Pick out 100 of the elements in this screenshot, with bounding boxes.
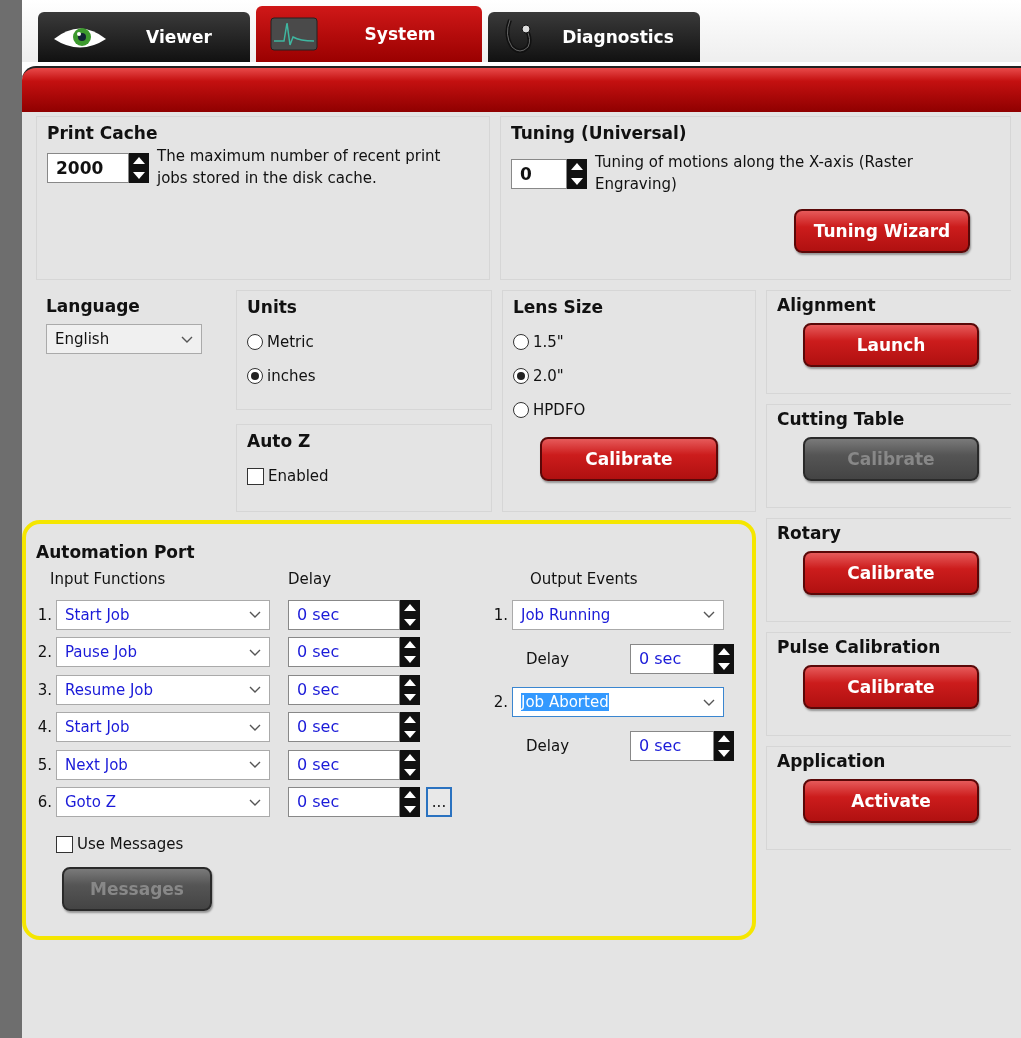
tab[interactable]: Viewer [38, 12, 250, 62]
up-arrow-icon [404, 641, 416, 649]
section-title: Cutting Table [777, 409, 906, 429]
button[interactable]: Tuning Wizard [794, 209, 970, 253]
down-arrow-icon [718, 750, 730, 757]
number-field[interactable]: 0 sec [288, 599, 400, 630]
section-title: Print Cache [47, 123, 159, 143]
radio-label: inches [267, 367, 316, 385]
radio-button[interactable] [247, 368, 263, 384]
dropdown[interactable]: Start Job [56, 599, 270, 630]
row-number: 5. [36, 755, 52, 774]
section-title: Alignment [777, 295, 877, 315]
radio-label: HPDFO [533, 401, 586, 419]
number-field[interactable]: 0 sec [288, 674, 400, 705]
tab[interactable]: System [256, 6, 482, 62]
button[interactable]: Launch [803, 323, 979, 367]
number-field[interactable]: 2000 [47, 153, 129, 183]
up-arrow-icon [404, 716, 416, 724]
up-arrow-icon [571, 163, 583, 170]
section-title: Auto Z [247, 431, 312, 451]
up-arrow-icon [133, 157, 145, 164]
field-label: Delay [526, 737, 570, 755]
down-arrow-icon [404, 768, 416, 776]
number-field[interactable]: 0 sec [288, 749, 400, 780]
more-button[interactable]: ... [426, 787, 452, 818]
down-arrow-icon [133, 172, 145, 179]
button[interactable]: Calibrate [803, 665, 979, 709]
column-header: Input Functions [50, 570, 167, 590]
radio-label: 2.0" [533, 367, 564, 385]
radio-button[interactable] [247, 334, 263, 350]
row-number: 2. [36, 643, 52, 662]
section-title: Automation Port [36, 542, 196, 562]
dropdown[interactable]: English [46, 324, 202, 354]
section-title: Lens Size [513, 297, 604, 317]
number-field[interactable]: 0 sec [630, 731, 714, 761]
button: Messages [62, 867, 212, 911]
chevron-icon [249, 686, 261, 694]
chevron-icon [249, 761, 261, 769]
down-arrow-icon [404, 693, 416, 701]
chevron-icon [249, 798, 261, 806]
tab[interactable]: Diagnostics [488, 12, 700, 62]
chevron-icon [703, 698, 715, 706]
dropdown[interactable]: Resume Job [56, 674, 270, 705]
button: Calibrate [803, 437, 979, 481]
up-arrow-icon [404, 678, 416, 686]
radio-button[interactable] [513, 368, 529, 384]
field-label: Delay [526, 649, 570, 668]
radio-button[interactable] [513, 334, 529, 350]
section-title: Units [247, 297, 298, 317]
checkbox-label: Use Messages [77, 835, 184, 853]
radio-button[interactable] [513, 402, 529, 418]
dropdown[interactable]: Next Job [56, 749, 270, 780]
pulse-monitor-icon [270, 17, 318, 51]
down-arrow-icon [404, 731, 416, 739]
up-arrow-icon [718, 647, 730, 655]
down-arrow-icon [718, 662, 730, 670]
chevron-icon [249, 648, 261, 656]
row-number: 1. [36, 605, 52, 624]
up-arrow-icon [718, 735, 730, 742]
row-number: 1. [492, 605, 508, 624]
number-field[interactable]: 0 [511, 159, 567, 189]
down-arrow-icon [404, 656, 416, 664]
radio-label: Metric [267, 333, 314, 351]
row-number: 3. [36, 680, 52, 699]
chevron-icon [181, 335, 193, 343]
number-field[interactable]: 0 sec [288, 787, 400, 818]
up-arrow-icon [404, 753, 416, 761]
button[interactable]: Activate [803, 779, 979, 823]
up-arrow-icon [404, 791, 416, 799]
dropdown[interactable]: Job Running [512, 599, 724, 630]
row-number: 4. [36, 718, 52, 737]
row-number: 2. [492, 693, 508, 712]
button[interactable]: Calibrate [540, 437, 718, 481]
section-title: Application [777, 751, 887, 771]
number-field[interactable]: 0 sec [288, 637, 400, 668]
section-title: Rotary [777, 523, 842, 543]
dropdown[interactable]: Pause Job [56, 637, 270, 668]
checkbox-label: Enabled [268, 467, 329, 485]
checkbox[interactable] [56, 835, 73, 853]
dropdown[interactable]: Goto Z [56, 787, 270, 818]
dropdown[interactable]: Start Job [56, 712, 270, 743]
up-arrow-icon [404, 603, 416, 611]
radio-label: 1.5" [533, 333, 564, 351]
chevron-icon [703, 611, 715, 619]
number-field[interactable]: 0 sec [630, 643, 714, 674]
description-text: Tuning of motions along the X-axis (Raster Engraving) [595, 152, 914, 195]
row-number: 6. [36, 793, 52, 812]
column-header: Output Events [529, 570, 639, 590]
chevron-icon [249, 611, 261, 619]
chevron-icon [249, 723, 261, 731]
section-title: Pulse Calibration [777, 637, 942, 657]
description-text: The maximum number of recent print jobs stored in the disk cache. [157, 146, 442, 189]
down-arrow-icon [404, 806, 416, 814]
section-title: Tuning (Universal) [511, 123, 688, 143]
number-field[interactable]: 0 sec [288, 712, 400, 743]
column-header: Delay [288, 570, 331, 590]
button[interactable]: Calibrate [803, 551, 979, 595]
down-arrow-icon [404, 618, 416, 626]
section-title: Language [46, 296, 141, 316]
checkbox[interactable] [247, 467, 264, 485]
